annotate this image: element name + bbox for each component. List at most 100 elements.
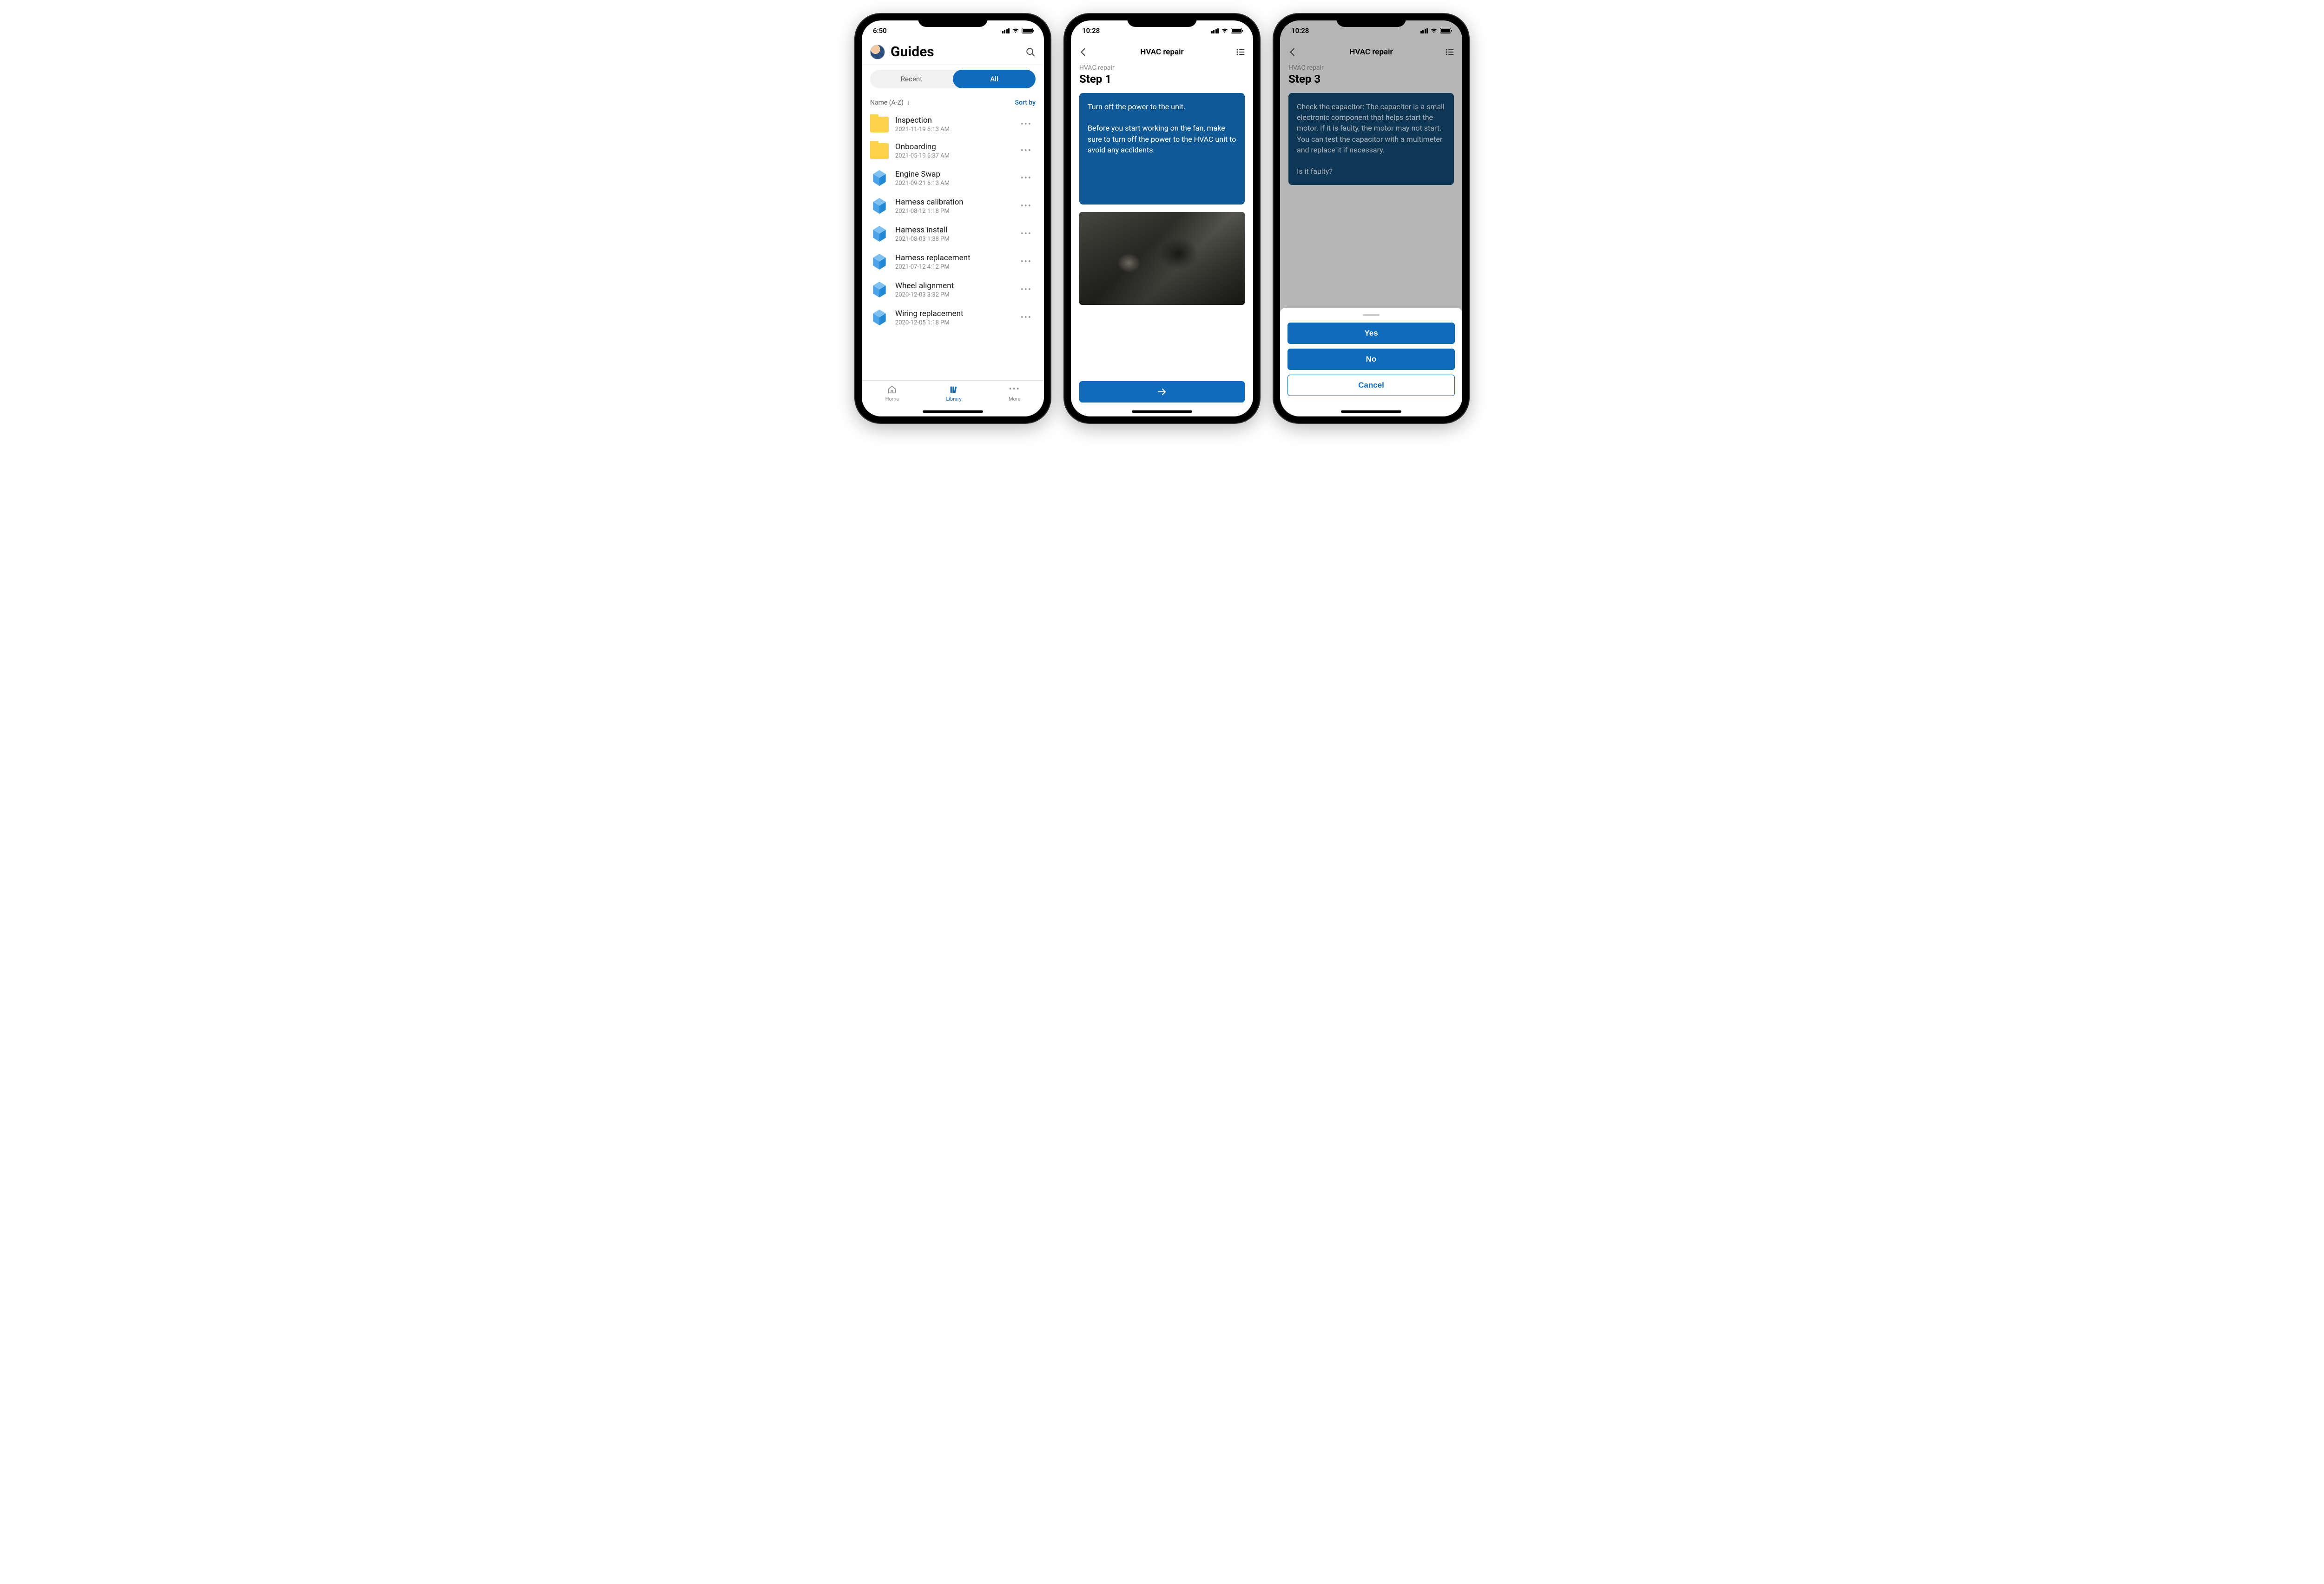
- item-text: Onboarding2021-05-19 6:37 AM: [895, 142, 1010, 159]
- item-text: Wheel alignment2020-12-03 3:32 PM: [895, 281, 1010, 298]
- item-more-button[interactable]: •••: [1017, 281, 1036, 298]
- battery-icon: [1022, 28, 1033, 33]
- breadcrumb: HVAC repair: [1079, 64, 1245, 72]
- item-more-button[interactable]: •••: [1017, 142, 1036, 159]
- sheet-handle[interactable]: [1363, 314, 1380, 316]
- folder-icon: [870, 117, 889, 132]
- screen-step1: 10:28 HVAC repair HVAC repair Step 1 Tur…: [1071, 20, 1253, 416]
- instruction-card: Turn off the power to the unit. Before y…: [1079, 93, 1245, 205]
- status-time: 10:28: [1082, 26, 1100, 35]
- guide-icon: [870, 197, 889, 215]
- item-more-button[interactable]: •••: [1017, 198, 1036, 215]
- item-subtitle: 2021-07-12 4:12 PM: [895, 264, 1010, 271]
- breadcrumb: HVAC repair: [1288, 64, 1454, 72]
- item-text: Harness calibration2021-08-12 1:18 PM: [895, 198, 1010, 215]
- item-more-button[interactable]: •••: [1017, 253, 1036, 271]
- subheader: HVAC repair Step 3: [1280, 61, 1462, 86]
- item-more-button[interactable]: •••: [1017, 116, 1036, 133]
- page-title: Guides: [891, 44, 1020, 60]
- item-text: Inspection2021-11-19 6:13 AM: [895, 116, 1010, 133]
- guides-list[interactable]: Inspection2021-11-19 6:13 AM•••Onboardin…: [862, 111, 1044, 416]
- item-title: Harness replacement: [895, 253, 1010, 263]
- phone-step1: 10:28 HVAC repair HVAC repair Step 1 Tur…: [1064, 14, 1260, 423]
- item-title: Wheel alignment: [895, 281, 1010, 290]
- item-subtitle: 2021-08-12 1:18 PM: [895, 208, 1010, 215]
- screen-library: 6:50 Guides Recent All Name (A-Z) ↓ Sort…: [862, 20, 1044, 416]
- nav-more-label: More: [1009, 396, 1020, 402]
- item-title: Harness install: [895, 225, 1010, 235]
- nav-more[interactable]: ••• More: [1009, 384, 1020, 402]
- list-item[interactable]: Engine Swap2021-09-21 6:13 AM •••: [870, 164, 1036, 192]
- nav-home[interactable]: Home: [885, 384, 899, 402]
- list-item[interactable]: Harness calibration2021-08-12 1:18 PM •••: [870, 192, 1036, 220]
- item-more-button[interactable]: •••: [1017, 309, 1036, 326]
- sort-button[interactable]: Sort by: [1015, 99, 1036, 106]
- steps-list-icon[interactable]: [1235, 47, 1246, 57]
- home-indicator[interactable]: [1341, 410, 1401, 413]
- item-title: Engine Swap: [895, 170, 1010, 179]
- item-subtitle: 2021-09-21 6:13 AM: [895, 180, 1010, 187]
- status-time: 6:50: [873, 26, 887, 35]
- sort-row: Name (A-Z) ↓ Sort by: [862, 95, 1044, 111]
- library-icon: [948, 384, 959, 395]
- item-subtitle: 2021-11-19 6:13 AM: [895, 126, 1010, 133]
- status-icons: [1420, 28, 1452, 33]
- wifi-icon: [1430, 28, 1438, 33]
- cancel-button[interactable]: Cancel: [1287, 375, 1455, 396]
- phone-library: 6:50 Guides Recent All Name (A-Z) ↓ Sort…: [855, 14, 1050, 423]
- item-text: Wiring replacement2020-12-05 1:18 PM: [895, 309, 1010, 326]
- guide-icon: [870, 252, 889, 271]
- search-icon[interactable]: [1025, 47, 1036, 57]
- nav-home-label: Home: [885, 396, 899, 402]
- notch: [1336, 14, 1406, 27]
- step-image[interactable]: [1079, 212, 1245, 305]
- wifi-icon: [1012, 28, 1019, 33]
- tab-all[interactable]: All: [953, 70, 1036, 88]
- phone-step3: 10:28 HVAC repair HVAC repair Step 3 Che…: [1274, 14, 1469, 423]
- instruction-card: Check the capacitor: The capacitor is a …: [1288, 93, 1454, 185]
- item-subtitle: 2021-08-03 1:38 PM: [895, 236, 1010, 243]
- list-item[interactable]: Onboarding2021-05-19 6:37 AM •••: [870, 138, 1036, 164]
- step-title: Step 1: [1079, 73, 1245, 86]
- home-indicator[interactable]: [1132, 410, 1192, 413]
- avatar[interactable]: [870, 45, 885, 59]
- signal-icon: [1420, 28, 1428, 33]
- yes-button[interactable]: Yes: [1287, 323, 1455, 344]
- sort-label: Name (A-Z) ↓: [870, 99, 910, 106]
- steps-list-icon: [1445, 47, 1455, 57]
- back-button: [1287, 47, 1298, 57]
- screen-step3: 10:28 HVAC repair HVAC repair Step 3 Che…: [1280, 20, 1462, 416]
- status-icons: [1002, 28, 1033, 33]
- list-item[interactable]: Harness replacement2021-07-12 4:12 PM •••: [870, 248, 1036, 276]
- nav-library[interactable]: Library: [946, 384, 961, 402]
- list-item[interactable]: Wiring replacement2020-12-05 1:18 PM •••: [870, 304, 1036, 331]
- item-more-button[interactable]: •••: [1017, 170, 1036, 187]
- step-title: Step 3: [1288, 73, 1454, 86]
- arrow-right-icon: [1156, 386, 1168, 397]
- status-time: 10:28: [1291, 26, 1309, 35]
- tab-recent[interactable]: Recent: [870, 70, 953, 88]
- list-item[interactable]: Harness install2021-08-03 1:38 PM •••: [870, 220, 1036, 248]
- guide-icon: [870, 224, 889, 243]
- no-button[interactable]: No: [1287, 349, 1455, 370]
- guide-icon: [870, 169, 889, 187]
- list-item[interactable]: Inspection2021-11-19 6:13 AM •••: [870, 111, 1036, 138]
- folder-icon: [870, 143, 889, 159]
- list-item[interactable]: Wheel alignment2020-12-03 3:32 PM •••: [870, 276, 1036, 304]
- content-area: Turn off the power to the unit. Before y…: [1071, 86, 1253, 381]
- notch: [1127, 14, 1197, 27]
- nav-header: HVAC repair: [1071, 41, 1253, 61]
- nav-header: HVAC repair: [1280, 41, 1462, 61]
- action-sheet: Yes No Cancel: [1280, 308, 1462, 416]
- item-subtitle: 2020-12-03 3:32 PM: [895, 291, 1010, 298]
- item-title: Inspection: [895, 116, 1010, 125]
- item-more-button[interactable]: •••: [1017, 225, 1036, 243]
- next-button[interactable]: [1079, 381, 1245, 403]
- item-text: Harness install2021-08-03 1:38 PM: [895, 225, 1010, 243]
- home-indicator[interactable]: [923, 410, 983, 413]
- back-button[interactable]: [1078, 47, 1089, 57]
- nav-title: HVAC repair: [1349, 47, 1393, 57]
- item-text: Harness replacement2021-07-12 4:12 PM: [895, 253, 1010, 271]
- guide-icon: [870, 308, 889, 327]
- filter-tabs: Recent All: [870, 70, 1036, 88]
